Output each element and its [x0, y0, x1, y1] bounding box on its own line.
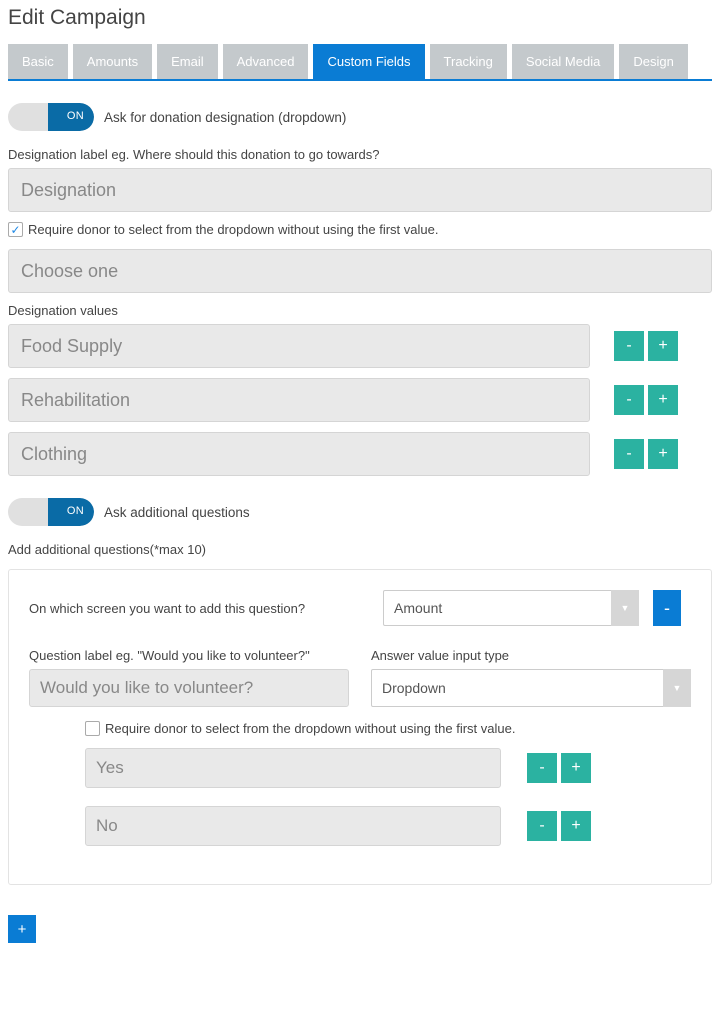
question-label-caption: Question label eg. "Would you like to vo… — [29, 648, 349, 663]
additional-toggle-label: Ask additional questions — [104, 505, 250, 520]
designation-value-row: - + — [8, 432, 712, 476]
tab-tracking[interactable]: Tracking — [430, 44, 507, 79]
designation-value-add-1[interactable]: + — [648, 385, 678, 415]
answer-row: - + — [85, 806, 691, 846]
answer-type-select[interactable]: Dropdown — [371, 669, 691, 707]
page-title: Edit Campaign — [8, 6, 712, 30]
designation-value-add-2[interactable]: + — [648, 439, 678, 469]
answer-row: - + — [85, 748, 691, 788]
designation-value-row: - + — [8, 324, 712, 368]
tab-amounts[interactable]: Amounts — [73, 44, 152, 79]
question-remove-button[interactable]: - — [653, 590, 681, 626]
toggle-on-label: ON — [67, 505, 84, 517]
answer-input-0[interactable] — [85, 748, 501, 788]
designation-value-row: - + — [8, 378, 712, 422]
designation-value-remove-0[interactable]: - — [614, 331, 644, 361]
tab-basic[interactable]: Basic — [8, 44, 68, 79]
add-question-button[interactable]: + — [8, 915, 36, 943]
question-require-checkbox[interactable] — [85, 721, 100, 736]
toggle-on-label: ON — [67, 110, 84, 122]
designation-value-input-1[interactable] — [8, 378, 590, 422]
question-panel: On which screen you want to add this que… — [8, 569, 712, 885]
tab-custom-fields[interactable]: Custom Fields — [313, 44, 424, 79]
answer-type-caption: Answer value input type — [371, 648, 691, 663]
question-screen-label: On which screen you want to add this que… — [29, 601, 383, 616]
designation-value-remove-1[interactable]: - — [614, 385, 644, 415]
designation-label-input[interactable] — [8, 168, 712, 212]
additional-heading: Add additional questions(*max 10) — [8, 542, 712, 557]
designation-value-add-0[interactable]: + — [648, 331, 678, 361]
designation-label-caption: Designation label eg. Where should this … — [8, 147, 712, 162]
tab-advanced[interactable]: Advanced — [223, 44, 309, 79]
designation-toggle-label: Ask for donation designation (dropdown) — [104, 110, 346, 125]
designation-require-label: Require donor to select from the dropdow… — [28, 222, 438, 237]
chevron-down-icon: ▼ — [611, 590, 639, 626]
question-require-label: Require donor to select from the dropdow… — [105, 721, 515, 736]
designation-values-label: Designation values — [8, 303, 712, 318]
designation-toggle[interactable]: ON — [8, 103, 94, 131]
chevron-down-icon: ▼ — [663, 669, 691, 707]
additional-toggle[interactable]: ON — [8, 498, 94, 526]
designation-value-input-0[interactable] — [8, 324, 590, 368]
designation-require-checkbox[interactable] — [8, 222, 23, 237]
answer-input-1[interactable] — [85, 806, 501, 846]
tab-email[interactable]: Email — [157, 44, 218, 79]
question-label-input[interactable] — [29, 669, 349, 707]
tab-design[interactable]: Design — [619, 44, 687, 79]
tab-social-media[interactable]: Social Media — [512, 44, 614, 79]
answer-remove-1[interactable]: - — [527, 811, 557, 841]
answer-remove-0[interactable]: - — [527, 753, 557, 783]
designation-value-remove-2[interactable]: - — [614, 439, 644, 469]
designation-first-value-input[interactable] — [8, 249, 712, 293]
tab-bar: Basic Amounts Email Advanced Custom Fiel… — [8, 44, 712, 81]
designation-value-input-2[interactable] — [8, 432, 590, 476]
answer-add-0[interactable]: + — [561, 753, 591, 783]
answer-add-1[interactable]: + — [561, 811, 591, 841]
question-screen-select[interactable]: Amount — [383, 590, 639, 626]
